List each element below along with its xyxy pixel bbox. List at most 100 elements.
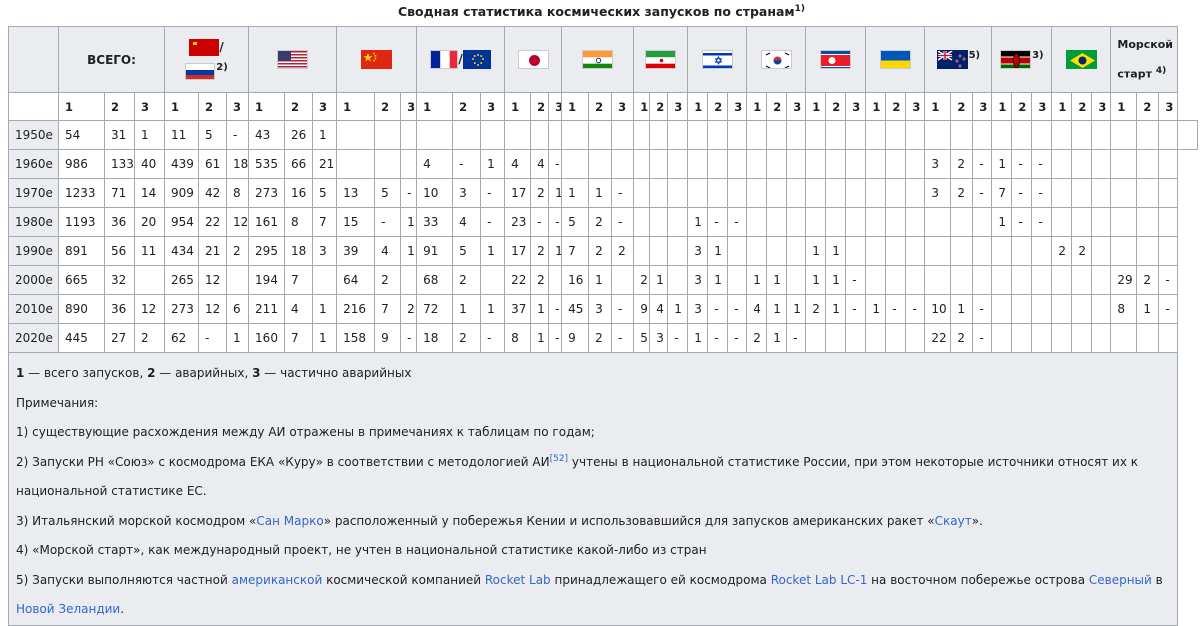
data-cell [633, 207, 651, 237]
data-cell: 37 [504, 294, 532, 324]
data-cell [649, 120, 669, 150]
data-cell [950, 236, 974, 266]
data-cell: 72 [416, 294, 454, 324]
data-cell: 17 [504, 178, 532, 208]
data-cell [845, 178, 867, 208]
data-cell [1091, 323, 1112, 353]
data-cell [649, 178, 669, 208]
north-korea-header [805, 26, 867, 93]
data-cell [649, 149, 669, 179]
data-cell [786, 207, 807, 237]
data-cell [972, 236, 993, 266]
data-cell: 29 [1110, 265, 1138, 295]
data-cell: 7 [561, 236, 590, 266]
data-cell: 2 [400, 294, 418, 324]
data-cell: 1 [766, 294, 788, 324]
data-cell [312, 265, 338, 295]
data-cell: 1 [561, 178, 590, 208]
data-cell: 6 [226, 294, 250, 324]
data-cell [805, 149, 827, 179]
data-cell: 7 [991, 178, 1013, 208]
data-cell [1011, 120, 1033, 150]
data-cell: 15 [336, 207, 376, 237]
data-cell: - [198, 323, 228, 353]
data-cell: 2 [226, 236, 250, 266]
data-cell: - [727, 323, 748, 353]
data-cell [530, 120, 550, 150]
sub-header-cell: 2 [1136, 92, 1160, 121]
data-cell [786, 149, 807, 179]
data-cell [633, 149, 651, 179]
data-cell: 68 [416, 265, 454, 295]
data-cell: 4 [452, 207, 482, 237]
table-row: 1960е 986 133 40 439 61 18 535 66 21 4-1 4 4-3 2-1- - [8, 149, 1198, 179]
data-cell [133, 265, 166, 295]
data-cell [727, 120, 748, 150]
data-cell [1011, 294, 1033, 324]
data-cell: - [226, 120, 250, 150]
data-cell: - [905, 294, 926, 324]
data-cell [865, 265, 887, 295]
data-cell: 1 [805, 265, 827, 295]
data-cell: 1233 [58, 178, 105, 208]
kenya-header: 3) [991, 26, 1053, 93]
data-cell [991, 265, 1013, 295]
data-cell: - [972, 149, 993, 179]
scout-link[interactable]: Скаут [935, 514, 972, 528]
data-cell [561, 149, 590, 179]
data-cell [766, 149, 788, 179]
data-cell: 7 [374, 294, 402, 324]
data-cell [561, 120, 590, 150]
note-4: 4) «Морской старт», как международный пр… [16, 543, 707, 557]
note-2: 2) Запуски РН «Союз» с космодрома ЕКА «К… [16, 453, 1139, 498]
data-cell [667, 149, 689, 179]
new-zealand-link[interactable]: Новой Зеландии [16, 602, 120, 616]
france-flag-icon [430, 50, 459, 69]
data-cell [924, 207, 952, 237]
data-cell: 3 [588, 294, 613, 324]
data-cell [885, 178, 907, 208]
data-cell: 211 [248, 294, 286, 324]
data-cell: 4 [504, 149, 532, 179]
american-link[interactable]: американской [232, 573, 323, 587]
data-cell: - [374, 207, 402, 237]
data-cell: 1 [707, 236, 729, 266]
data-cell: 10 [416, 178, 454, 208]
data-cell [865, 149, 887, 179]
data-cell: 3 [687, 294, 709, 324]
data-cell: 11 [133, 236, 166, 266]
data-cell: 4 [746, 294, 768, 324]
data-cell: 61 [198, 149, 228, 179]
data-cell: 133 [104, 149, 135, 179]
data-cell: - [667, 323, 689, 353]
data-cell: 5 [312, 178, 338, 208]
data-cell [905, 265, 926, 295]
data-cell: 2 [611, 236, 635, 266]
india-flag-icon [582, 50, 614, 69]
data-cell: - [1031, 207, 1053, 237]
sub-header-cell: 3 [548, 92, 563, 121]
sub-header-cell: 1 [865, 92, 887, 121]
data-cell [1051, 149, 1073, 179]
sub-header-cell: 3 [786, 92, 807, 121]
san-marco-link[interactable]: Сан Марко [256, 514, 323, 528]
data-cell: 5 [374, 178, 402, 208]
data-cell [1136, 207, 1160, 237]
data-cell: 3 [649, 323, 669, 353]
data-cell [885, 323, 907, 353]
legend-line: 1 — всего запусков, 2 — аварийных, 3 — ч… [16, 366, 412, 380]
note-5: 5) Запуски выполняются частной американс… [16, 572, 1163, 617]
china-header [336, 26, 418, 93]
data-cell [972, 120, 993, 150]
data-cell: 4 [374, 236, 402, 266]
rocket-lab-lc1-link[interactable]: Rocket Lab LC-1 [771, 573, 868, 587]
ref-52-link[interactable]: [52] [550, 454, 568, 464]
data-cell: 1 [707, 265, 729, 295]
sea-launch-header: Морской старт 4) [1110, 26, 1179, 93]
north-island-link[interactable]: Северный [1089, 573, 1152, 587]
data-cell [950, 207, 974, 237]
data-cell [1051, 294, 1073, 324]
rocket-lab-link[interactable]: Rocket Lab [485, 573, 551, 587]
data-cell [825, 323, 847, 353]
data-cell: 2 [452, 265, 482, 295]
